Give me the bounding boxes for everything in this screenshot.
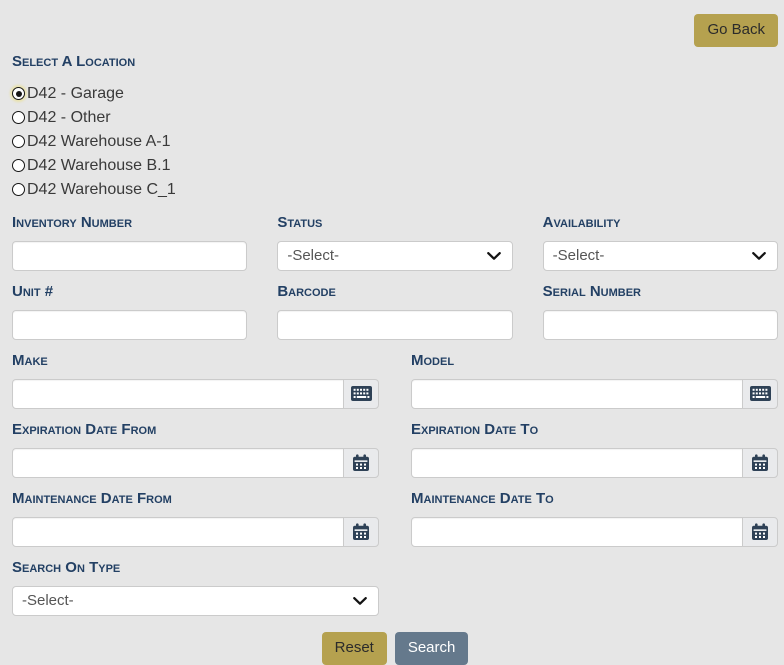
- barcode-label: Barcode: [277, 283, 512, 300]
- unit-number-label: Unit #: [12, 283, 247, 300]
- location-option-label: D42 Warehouse A-1: [27, 133, 170, 151]
- search-on-type-label: Search On Type: [12, 559, 379, 576]
- keyboard-icon[interactable]: [742, 379, 778, 409]
- calendar-icon[interactable]: [343, 448, 379, 478]
- model-label: Model: [411, 352, 778, 369]
- expiration-date-from-input-group: [12, 448, 379, 478]
- make-input-group: [12, 379, 379, 409]
- form-actions: Reset Search: [12, 632, 778, 665]
- serial-number-label: Serial Number: [543, 283, 778, 300]
- model-input[interactable]: [411, 379, 743, 409]
- search-button[interactable]: Search: [395, 632, 469, 665]
- serial-number-input[interactable]: [543, 310, 778, 340]
- maintenance-date-to-label: Maintenance Date To: [411, 490, 778, 507]
- inventory-search-page: Go Back Select A Location D42 - Garage D…: [0, 0, 784, 662]
- maintenance-date-from-input[interactable]: [12, 517, 344, 547]
- reset-button[interactable]: Reset: [322, 632, 387, 665]
- field-maintenance-date-from: Maintenance Date From: [12, 490, 379, 547]
- topbar: Go Back: [12, 14, 778, 47]
- keyboard-icon[interactable]: [343, 379, 379, 409]
- location-radio[interactable]: [12, 135, 25, 148]
- model-input-group: [411, 379, 778, 409]
- location-radio[interactable]: [12, 159, 25, 172]
- expiration-date-from-label: Expiration Date From: [12, 421, 379, 438]
- maintenance-date-from-input-group: [12, 517, 379, 547]
- expiration-date-from-input[interactable]: [12, 448, 344, 478]
- inventory-number-label: Inventory Number: [12, 214, 247, 231]
- status-label: Status: [277, 214, 512, 231]
- maintenance-date-to-input-group: [411, 517, 778, 547]
- field-availability: Availability -Select-: [543, 214, 778, 271]
- field-inventory-number: Inventory Number: [12, 214, 247, 271]
- location-radio-group: D42 - Garage D42 - Other D42 Warehouse A…: [12, 82, 778, 202]
- expiration-date-to-input-group: [411, 448, 778, 478]
- availability-select[interactable]: -Select-: [543, 241, 778, 271]
- field-make: Make: [12, 352, 379, 409]
- search-on-type-select[interactable]: -Select-: [12, 586, 379, 616]
- field-serial-number: Serial Number: [543, 283, 778, 340]
- form-row-5: Maintenance Date From Maintenance Date T…: [12, 490, 778, 547]
- form-row-3: Make Model: [12, 352, 778, 409]
- status-select[interactable]: -Select-: [277, 241, 512, 271]
- location-option-d42-other[interactable]: D42 - Other: [12, 106, 778, 130]
- location-radio[interactable]: [12, 111, 25, 124]
- barcode-input[interactable]: [277, 310, 512, 340]
- status-select-wrap: -Select-: [277, 241, 512, 271]
- field-search-on-type: Search On Type -Select-: [12, 559, 379, 616]
- availability-select-wrap: -Select-: [543, 241, 778, 271]
- location-radio[interactable]: [12, 87, 25, 100]
- field-expiration-date-to: Expiration Date To: [411, 421, 778, 478]
- location-option-warehouse-c1[interactable]: D42 Warehouse C_1: [12, 178, 778, 202]
- expiration-date-to-label: Expiration Date To: [411, 421, 778, 438]
- form-row-4: Expiration Date From Expiration Date To: [12, 421, 778, 478]
- field-model: Model: [411, 352, 778, 409]
- location-option-label: D42 - Garage: [27, 85, 124, 103]
- expiration-date-to-input[interactable]: [411, 448, 743, 478]
- maintenance-date-to-input[interactable]: [411, 517, 743, 547]
- inventory-number-input[interactable]: [12, 241, 247, 271]
- field-barcode: Barcode: [277, 283, 512, 340]
- location-option-label: D42 - Other: [27, 109, 111, 127]
- location-option-warehouse-b1[interactable]: D42 Warehouse B.1: [12, 154, 778, 178]
- location-option-label: D42 Warehouse B.1: [27, 157, 170, 175]
- select-location-title: Select A Location: [12, 53, 778, 70]
- form-row-6-spacer: [411, 559, 778, 616]
- location-option-warehouse-a1[interactable]: D42 Warehouse A-1: [12, 130, 778, 154]
- field-expiration-date-from: Expiration Date From: [12, 421, 379, 478]
- make-label: Make: [12, 352, 379, 369]
- availability-label: Availability: [543, 214, 778, 231]
- unit-number-input[interactable]: [12, 310, 247, 340]
- form-row-2: Unit # Barcode Serial Number: [12, 283, 778, 340]
- form-row-6: Search On Type -Select-: [12, 559, 778, 616]
- search-on-type-select-wrap: -Select-: [12, 586, 379, 616]
- make-input[interactable]: [12, 379, 344, 409]
- form-row-1: Inventory Number Status -Select- Availab…: [12, 214, 778, 271]
- calendar-icon[interactable]: [343, 517, 379, 547]
- field-unit-number: Unit #: [12, 283, 247, 340]
- field-status: Status -Select-: [277, 214, 512, 271]
- calendar-icon[interactable]: [742, 517, 778, 547]
- location-option-label: D42 Warehouse C_1: [27, 181, 176, 199]
- go-back-button[interactable]: Go Back: [694, 14, 778, 47]
- calendar-icon[interactable]: [742, 448, 778, 478]
- maintenance-date-from-label: Maintenance Date From: [12, 490, 379, 507]
- location-option-d42-garage[interactable]: D42 - Garage: [12, 82, 778, 106]
- field-maintenance-date-to: Maintenance Date To: [411, 490, 778, 547]
- location-radio[interactable]: [12, 183, 25, 196]
